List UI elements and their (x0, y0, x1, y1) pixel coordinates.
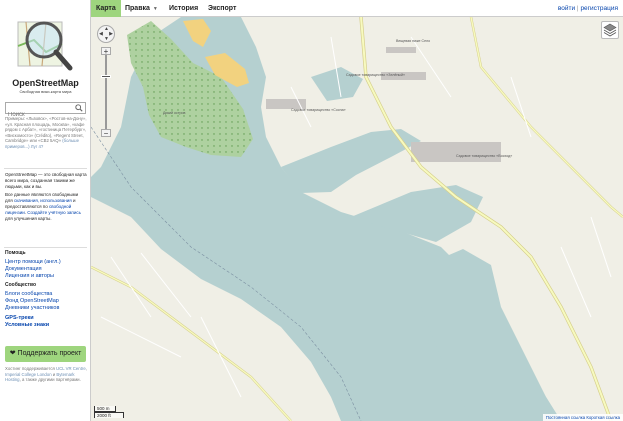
zoom-in-button[interactable]: + (101, 47, 111, 56)
documentation-link[interactable]: Документация (5, 266, 87, 273)
download-link[interactable]: скачивания, использования (14, 198, 72, 203)
pan-right-icon[interactable]: ▶ (109, 31, 113, 37)
map-label-settlement-1: Садовое товарищество «Сосна» (291, 108, 346, 112)
community-blogs-link[interactable]: Блоги сообщества (5, 291, 87, 298)
chevron-down-icon[interactable]: ▼ (153, 6, 158, 12)
scale-imperial: 2000 ft (94, 412, 124, 418)
tab-map[interactable]: Карта (91, 0, 121, 17)
sidebar: OpenStreetMap Свободная вики-карта мира … (0, 0, 91, 421)
map-label-settlement-4: Вещевая ниже Село (396, 39, 431, 43)
map-label-nature: Дикий остров (163, 111, 186, 115)
shortlink[interactable]: Короткая ссылка (586, 415, 620, 420)
layers-icon (603, 23, 617, 37)
tab-map-label: Карта (96, 5, 116, 12)
pan-control[interactable]: ▲ ▼ ◀ ▶ (97, 25, 115, 43)
user-diaries-link[interactable]: Дневники участников (5, 305, 87, 312)
zoom-handle[interactable] (101, 75, 111, 78)
examples-link-2[interactable]: Луг 4? (31, 144, 44, 149)
layers-button[interactable] (601, 21, 619, 39)
about-paragraph-1: OpenStreetMap — это свободная карта всег… (5, 172, 87, 189)
tab-edit-label: Правка (125, 5, 150, 12)
zoom-slider[interactable]: + − (101, 47, 111, 139)
brand-name[interactable]: OpenStreetMap (0, 78, 90, 88)
heart-icon: ❤ (9, 350, 16, 357)
map-navigation: ▲ ▼ ◀ ▶ + − (97, 25, 115, 138)
tab-export-label: Экспорт (208, 5, 237, 12)
hosting-text-fragment: , а также другими партнёрами. (19, 377, 81, 383)
help-heading: Помощь (5, 250, 26, 256)
gps-traces-link[interactable]: GPS-треки (5, 315, 87, 322)
zoom-track[interactable] (101, 55, 111, 129)
hosting-text-fragment: , (85, 366, 87, 371)
imperial-link[interactable]: Imperial College London (5, 372, 52, 377)
user-links-separator: | (576, 5, 579, 12)
divider (4, 247, 87, 248)
search-box (5, 102, 86, 120)
hosting-text-fragment: Хостинг поддерживается (5, 366, 57, 371)
tab-history[interactable]: История (169, 0, 198, 17)
osm-page: OpenStreetMap Свободная вики-карта мира … (0, 0, 623, 421)
map-legend-link[interactable]: Условные знаки (5, 322, 87, 329)
search-examples: Примеры: «Львовск», «Ростов-на-Дону», «у… (5, 116, 87, 150)
tab-edit[interactable]: Правка ▼ (125, 0, 158, 17)
divider (4, 168, 87, 169)
license-authors-link[interactable]: Лицензия и авторы (5, 273, 87, 280)
osm-foundation-link[interactable]: Фонд OpenStreetMap (5, 298, 87, 305)
signup-link[interactable]: регистрация (580, 5, 618, 12)
osm-logo-icon[interactable] (16, 16, 74, 74)
map-permalinks: Постоянная ссылка Короткая ссылка (542, 414, 623, 421)
help-section: Помощь Центр помощи (англ.) Документация… (5, 250, 87, 329)
map-label-settlement-2: Садовое товарищество «Зелёный» (346, 73, 406, 77)
login-link[interactable]: войти (558, 5, 575, 12)
donate-label: Поддержать проект (17, 350, 82, 357)
permalink[interactable]: Постоянная ссылка (546, 415, 585, 420)
donate-button[interactable]: ❤ Поддержать проект (5, 346, 86, 362)
tab-export[interactable]: Экспорт (208, 0, 236, 17)
map-label-settlement-3: Садовое товарищество «Восход» (456, 154, 513, 158)
map-canvas[interactable]: Дикий остров Садовое товарищество «Сосна… (91, 17, 623, 421)
search-icon[interactable] (75, 104, 83, 112)
about-paragraph-2: Все данные являются свободными для скачи… (5, 192, 87, 221)
scale-bar: 500 m 2000 ft (94, 406, 124, 418)
community-heading: Сообщество (5, 281, 37, 288)
brand-tagline: Свободная вики-карта мира (19, 89, 72, 94)
about-text-fragment: для улучшения карты. (5, 215, 52, 221)
create-account-link[interactable]: Создайте учётную запись (27, 210, 81, 215)
help-center-link[interactable]: Центр помощи (англ.) (5, 259, 87, 266)
zoom-out-button[interactable]: − (101, 129, 111, 138)
top-navigation: Карта Правка ▼ История Экспорт войти | ре… (91, 0, 623, 17)
hosting-credits: Хостинг поддерживается UCL VR Centre, Im… (5, 366, 87, 383)
about-text: OpenStreetMap — это свободная карта всег… (5, 172, 87, 221)
tab-history-label: История (169, 5, 199, 12)
user-links: войти | регистрация (558, 0, 618, 17)
ucl-link[interactable]: UCL VR Centre (56, 366, 86, 371)
map-tiles[interactable] (91, 17, 623, 421)
pan-left-icon[interactable]: ◀ (99, 31, 103, 37)
